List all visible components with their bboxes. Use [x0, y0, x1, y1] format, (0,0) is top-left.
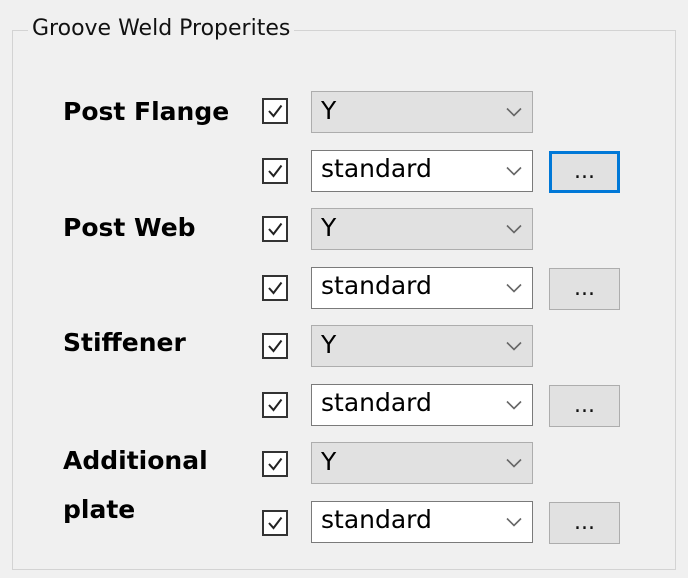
checkmark-icon	[268, 222, 283, 236]
chevron-down-icon	[506, 400, 522, 410]
additional-plate-type-checkbox[interactable]	[262, 451, 288, 477]
combo-value: standard	[321, 388, 432, 417]
checkmark-icon	[268, 339, 283, 353]
stiffener-style-checkbox[interactable]	[262, 392, 288, 418]
post-web-browse-button[interactable]: ...	[549, 268, 620, 310]
stiffener-browse-button[interactable]: ...	[549, 385, 620, 427]
additional-plate-browse-button[interactable]: ...	[549, 502, 620, 544]
post-flange-label: Post Flange	[63, 97, 230, 126]
combo-value: standard	[321, 505, 432, 534]
chevron-down-icon	[506, 517, 522, 527]
checkmark-icon	[268, 281, 283, 295]
additional-plate-style-checkbox[interactable]	[262, 510, 288, 536]
stiffener-style-combo[interactable]: standard	[311, 384, 533, 426]
additional-plate-label-line1: Additional	[63, 446, 208, 475]
post-web-type-combo[interactable]: Y	[311, 208, 533, 250]
post-flange-browse-button[interactable]: ...	[549, 151, 620, 193]
chevron-down-icon	[506, 458, 522, 468]
combo-value: Y	[321, 96, 337, 125]
chevron-down-icon	[506, 341, 522, 351]
combo-value: Y	[321, 447, 337, 476]
post-flange-type-checkbox[interactable]	[262, 98, 288, 124]
stiffener-type-checkbox[interactable]	[262, 333, 288, 359]
post-web-label: Post Web	[63, 213, 196, 242]
checkmark-icon	[268, 164, 283, 178]
combo-value: standard	[321, 154, 432, 183]
additional-plate-label-line2: plate	[63, 495, 136, 524]
chevron-down-icon	[506, 107, 522, 117]
stiffener-type-combo[interactable]: Y	[311, 325, 533, 367]
post-flange-style-checkbox[interactable]	[262, 158, 288, 184]
stiffener-label: Stiffener	[63, 328, 186, 357]
combo-value: Y	[321, 330, 337, 359]
post-web-style-combo[interactable]: standard	[311, 267, 533, 309]
post-flange-style-combo[interactable]: standard	[311, 150, 533, 192]
post-flange-type-combo[interactable]: Y	[311, 91, 533, 133]
additional-plate-style-combo[interactable]: standard	[311, 501, 533, 543]
post-web-style-checkbox[interactable]	[262, 275, 288, 301]
chevron-down-icon	[506, 283, 522, 293]
checkmark-icon	[268, 104, 283, 118]
checkmark-icon	[268, 457, 283, 471]
chevron-down-icon	[506, 224, 522, 234]
post-web-type-checkbox[interactable]	[262, 216, 288, 242]
combo-value: Y	[321, 213, 337, 242]
additional-plate-type-combo[interactable]: Y	[311, 442, 533, 484]
groupbox-title: Groove Weld Properites	[28, 14, 295, 44]
checkmark-icon	[268, 398, 283, 412]
chevron-down-icon	[506, 166, 522, 176]
checkmark-icon	[268, 516, 283, 530]
combo-value: standard	[321, 271, 432, 300]
